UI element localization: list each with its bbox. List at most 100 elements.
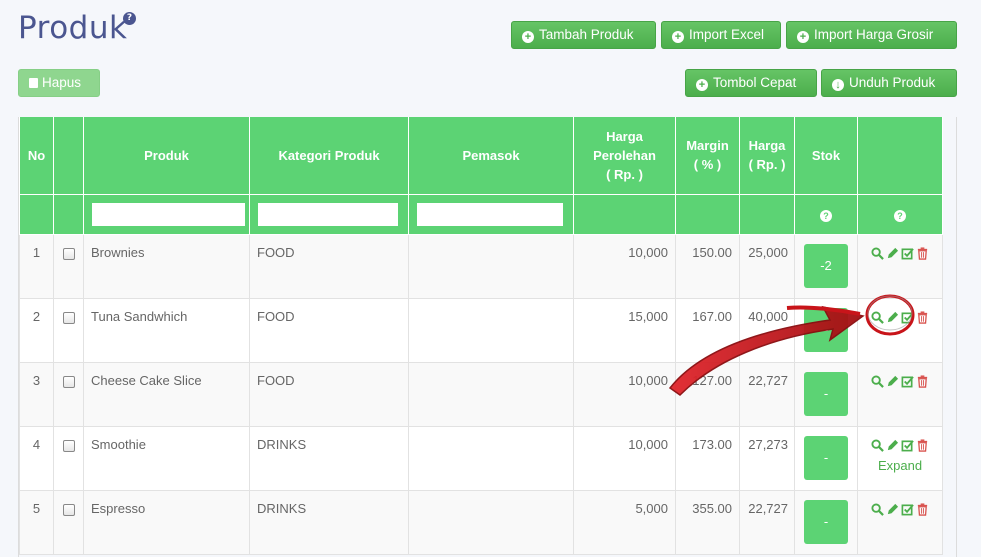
cell-actions [857,297,943,363]
filter-produk-input[interactable] [92,202,245,226]
plus-circle-icon: + [672,31,684,43]
import-grosir-button[interactable]: + Import Harga Grosir [786,21,957,49]
import-excel-button[interactable]: + Import Excel [661,21,781,49]
add-product-button[interactable]: + Tambah Produk [511,21,656,49]
check-square-icon[interactable] [901,439,914,452]
check-square-icon[interactable] [901,375,914,388]
row-checkbox[interactable] [62,311,75,324]
filter-empty [573,194,676,235]
trash-icon[interactable] [916,375,929,388]
product-table-wrapper: No Produk Kategori Produk Pemasok Harga … [18,117,957,557]
cell-margin: 355.00 [675,489,740,555]
row-checkbox[interactable] [62,247,75,260]
header-kategori[interactable]: Kategori Produk [249,117,409,195]
cell-stok: - [794,489,858,555]
cell-harga: 25,000 [739,233,795,299]
header-no[interactable]: No [19,117,54,195]
header-harga-line: Harga [748,138,786,154]
quick-button[interactable]: + Tombol Cepat [685,69,817,97]
check-square-icon[interactable] [901,247,914,260]
cell-select [53,425,84,491]
cell-actions [857,361,943,427]
product-table: No Produk Kategori Produk Pemasok Harga … [19,117,943,555]
search-icon[interactable] [871,375,884,388]
cell-margin: 150.00 [675,233,740,299]
pencil-icon[interactable] [886,439,899,452]
row-checkbox[interactable] [62,503,75,516]
search-icon[interactable] [871,439,884,452]
header-harga-perolehan[interactable]: Harga Perolehan ( Rp. ) [573,117,676,195]
add-product-label: Tambah Produk [539,27,634,42]
table-row: 3 Cheese Cake Slice FOOD 10,000 127.00 22,727… [19,361,943,427]
table-row: 2 Tuna Sandwhich FOOD 15,000 167.00 40,000- [19,297,943,363]
import-excel-label: Import Excel [689,27,765,42]
filter-stok: ? [794,194,858,235]
header-stok[interactable]: Stok [794,117,858,195]
filter-empty [53,194,84,235]
stok-button[interactable]: - [804,307,848,352]
stok-button[interactable]: -2 [804,243,848,288]
delete-label: Hapus [42,75,82,90]
filter-pemasok-input[interactable] [417,202,563,226]
cell-produk: Espresso [83,489,250,555]
header-harga-line: ( Rp. ) [748,157,786,173]
cell-pemasok [408,233,574,299]
filter-empty [739,194,795,235]
cell-harga-perolehan: 10,000 [573,233,676,299]
header-produk[interactable]: Produk [83,117,250,195]
filter-kategori [249,194,409,235]
cell-kategori: FOOD [249,233,409,299]
delete-button[interactable]: Hapus [18,69,100,97]
cell-kategori: DRINKS [249,489,409,555]
header-pemasok[interactable]: Pemasok [408,117,574,195]
trash-icon[interactable] [916,247,929,260]
filter-empty [19,194,54,235]
stok-button[interactable]: - [804,499,848,544]
pencil-icon[interactable] [886,503,899,516]
trash-icon[interactable] [916,311,929,324]
cell-produk: Smoothie [83,425,250,491]
header-margin[interactable]: Margin ( % ) [675,117,740,195]
filter-kategori-input[interactable] [258,202,398,226]
pencil-icon[interactable] [886,247,899,260]
filter-actions: ? [857,194,943,235]
header-harga-perolehan-line: Harga [606,128,643,144]
cell-margin: 173.00 [675,425,740,491]
cell-harga-perolehan: 15,000 [573,297,676,363]
table-row: 1 Brownies FOOD 10,000 150.00 25,000 -2 [19,233,943,299]
cell-no: 1 [19,233,54,299]
cell-pemasok [408,297,574,363]
check-square-icon[interactable] [901,503,914,516]
check-square-icon[interactable] [901,311,914,324]
filter-empty [675,194,740,235]
help-icon[interactable]: ? [123,12,136,25]
row-checkbox[interactable] [62,375,75,388]
cell-harga: 22,727 [739,361,795,427]
quick-label: Tombol Cepat [713,75,797,90]
cell-margin: 127.00 [675,361,740,427]
page-title: Produk [18,10,128,46]
search-icon[interactable] [871,503,884,516]
expand-link[interactable]: Expand [860,458,940,473]
row-checkbox[interactable] [62,439,75,452]
header-harga[interactable]: Harga ( Rp. ) [739,117,795,195]
cell-pemasok [408,425,574,491]
download-product-button[interactable]: ↓ Unduh Produk [821,69,957,97]
help-icon[interactable]: ? [894,209,906,222]
cell-harga-perolehan: 10,000 [573,425,676,491]
cell-harga: 27,273 [739,425,795,491]
pencil-icon[interactable] [886,375,899,388]
cell-select [53,233,84,299]
search-icon[interactable] [871,247,884,260]
trash-icon[interactable] [916,439,929,452]
stok-button[interactable]: - [804,435,848,480]
cell-no: 3 [19,361,54,427]
help-icon[interactable]: ? [820,209,832,222]
header-harga-perolehan-line: ( Rp. ) [606,166,643,182]
search-icon[interactable] [871,311,884,324]
stok-button[interactable]: - [804,371,848,416]
cell-pemasok [408,361,574,427]
trash-icon[interactable] [916,503,929,516]
pencil-icon[interactable] [886,311,899,324]
cell-actions [857,489,943,555]
